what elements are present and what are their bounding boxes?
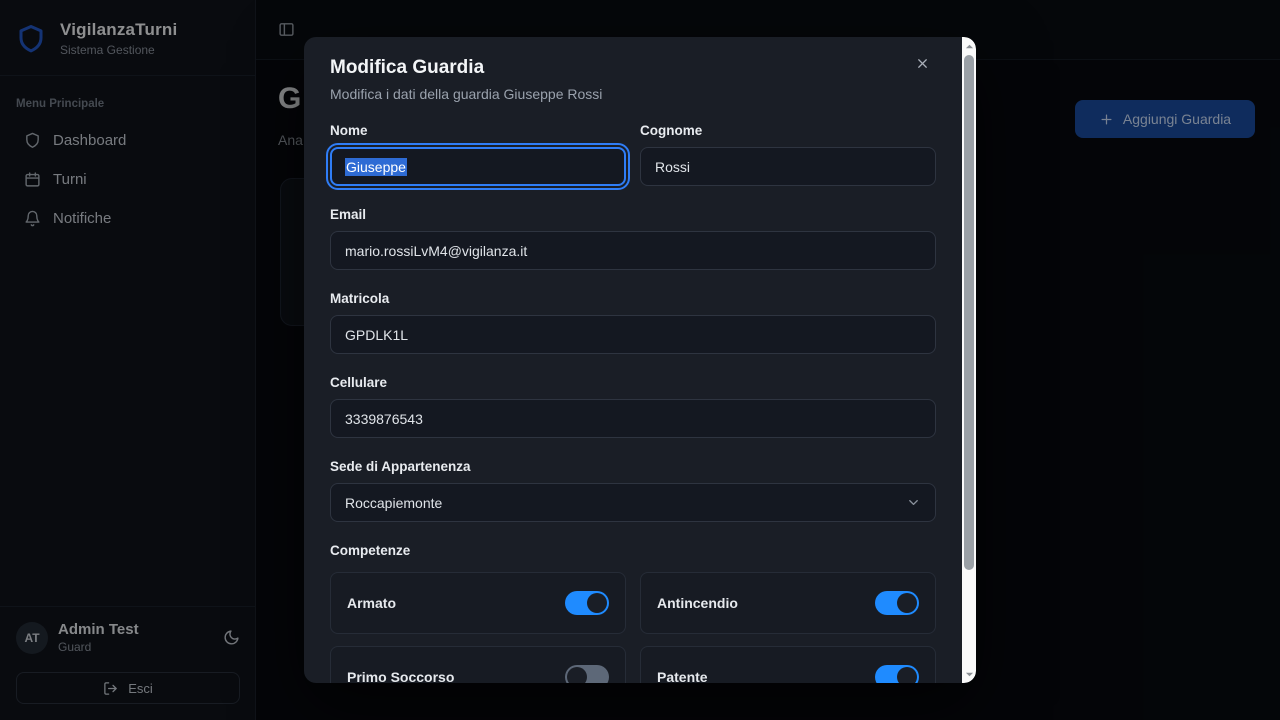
antincendio-label: Antincendio [657,595,738,611]
email-input[interactable] [330,231,936,270]
patente-toggle[interactable] [875,665,919,683]
field-email: Email [330,207,936,270]
modal-close-button[interactable] [912,53,932,73]
close-icon [915,56,930,71]
chevron-down-icon [906,495,921,510]
sede-selected-value: Roccapiemonte [345,495,442,511]
modal-subtitle: Modifica i dati della guardia Giuseppe R… [330,86,936,102]
toggle-knob [587,593,607,613]
guard-form: Nome Giuseppe Cognome Email Matricola [330,123,936,683]
cellulare-label: Cellulare [330,375,936,390]
field-cellulare: Cellulare [330,375,936,438]
modal-scrollbar[interactable] [962,37,976,683]
toggle-card-antincendio: Antincendio [640,572,936,634]
field-cognome: Cognome [640,123,936,186]
matricola-input[interactable] [330,315,936,354]
matricola-label: Matricola [330,291,936,306]
antincendio-toggle[interactable] [875,591,919,615]
nome-input[interactable]: Giuseppe [330,147,626,186]
scrollbar-down-arrow-icon[interactable] [962,667,976,681]
toggle-knob [897,667,917,683]
nome-label: Nome [330,123,626,138]
modal-title: Modifica Guardia [330,57,936,79]
competenze-grid: Armato Antincendio Primo Soccorso Patent… [330,572,936,683]
competenze-label: Competenze [330,543,936,558]
patente-label: Patente [657,669,708,683]
toggle-knob [567,667,587,683]
toggle-card-armato: Armato [330,572,626,634]
scrollbar-thumb[interactable] [964,55,974,570]
field-nome: Nome Giuseppe [330,123,626,186]
toggle-card-patente: Patente [640,646,936,683]
field-sede: Sede di Appartenenza Roccapiemonte [330,459,936,522]
email-label: Email [330,207,936,222]
scrollbar-up-arrow-icon[interactable] [962,39,976,53]
primo-soccorso-toggle[interactable] [565,665,609,683]
armato-toggle[interactable] [565,591,609,615]
cognome-label: Cognome [640,123,936,138]
sede-select[interactable]: Roccapiemonte [330,483,936,522]
primo-soccorso-label: Primo Soccorso [347,669,454,683]
cellulare-input[interactable] [330,399,936,438]
edit-guard-modal: Modifica Guardia Modifica i dati della g… [304,37,976,683]
app-root: VigilanzaTurni Sistema Gestione Menu Pri… [0,0,1280,720]
toggle-card-primo-soccorso: Primo Soccorso [330,646,626,683]
nome-selected-text: Giuseppe [345,158,407,176]
modal-body: Modifica Guardia Modifica i dati della g… [304,37,962,683]
toggle-knob [897,593,917,613]
field-matricola: Matricola [330,291,936,354]
sede-label: Sede di Appartenenza [330,459,936,474]
armato-label: Armato [347,595,396,611]
cognome-input[interactable] [640,147,936,186]
